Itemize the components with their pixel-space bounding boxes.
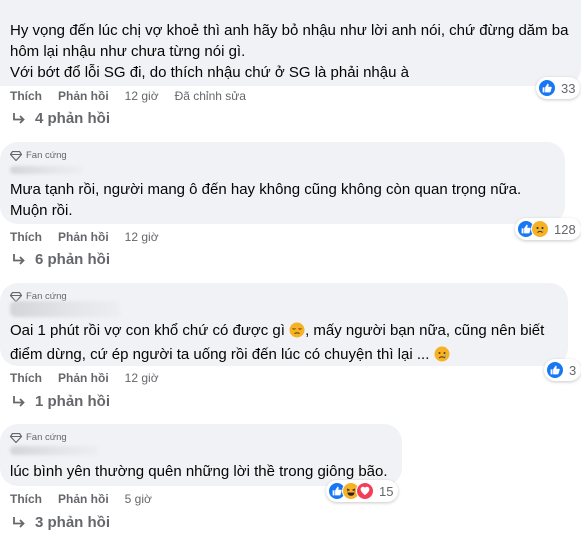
edited-label: Đã chỉnh sửa — [174, 89, 246, 103]
view-replies-button[interactable]: 4 phản hồi — [12, 110, 110, 127]
like-icon — [538, 79, 556, 97]
comment-text: Oai 1 phút rồi vợ con khổ chứ có được gì… — [10, 320, 562, 368]
reply-button[interactable]: Phản hồi — [58, 371, 109, 385]
diamond-icon — [10, 432, 22, 443]
comment-text: Hy vọng đến lúc chị vợ khoẻ thì anh hãy … — [10, 22, 569, 81]
reply-arrow-icon — [13, 253, 25, 265]
like-button[interactable]: Thích — [10, 89, 42, 103]
comment-actions: Thích Phản hồi 12 giờ — [10, 371, 175, 385]
timestamp[interactable]: 5 giờ — [125, 492, 152, 506]
fan-badge: Fan cứng — [10, 432, 67, 443]
reaction-count: 3 — [569, 362, 577, 378]
comment-text: lúc bình yên thường quên những lời thề t… — [10, 463, 388, 480]
comment-actions: Thích Phản hồi 12 giờ Đã chỉnh sửa — [10, 89, 246, 103]
timestamp[interactable]: 12 giờ — [125, 230, 159, 244]
like-button[interactable]: Thích — [10, 230, 42, 244]
reaction-summary[interactable]: 15 — [326, 480, 399, 502]
badge-label: Fan cứng — [26, 432, 67, 443]
comment-bubble: Fan cứng Oai 1 phút rồi vợ con khổ chứ c… — [0, 283, 568, 366]
like-button[interactable]: Thích — [10, 371, 42, 385]
comment-text-part1: Oai 1 phút rồi vợ con khổ chứ có được gì — [10, 322, 285, 339]
comment-actions: Thích Phản hồi 12 giờ — [10, 230, 175, 244]
like-button[interactable]: Thích — [10, 492, 42, 506]
reply-button[interactable]: Phản hồi — [58, 230, 109, 244]
replies-label: 4 phản hồi — [35, 110, 110, 127]
comment-actions: Thích Phản hồi 5 giờ — [10, 492, 168, 506]
reaction-summary[interactable]: 3 — [544, 359, 581, 381]
comment-bubble: Fan cứng Mưa tạnh rồi, người mang ô đến … — [0, 142, 565, 224]
badge-label: Fan cứng — [26, 150, 67, 161]
view-replies-button[interactable]: 6 phản hồi — [12, 251, 110, 268]
comment-text: Mưa tạnh rồi, người mang ô đến hay không… — [10, 181, 522, 219]
sad-emoji-icon — [434, 346, 450, 368]
replies-label: 1 phản hồi — [35, 393, 110, 410]
comment-bubble: Fan cứng lúc bình yên thường quên những … — [0, 424, 402, 486]
timestamp[interactable]: 12 giờ — [125, 371, 159, 385]
diamond-icon — [10, 150, 22, 161]
pensive-emoji-icon — [289, 322, 305, 344]
replies-label: 6 phản hồi — [35, 251, 110, 268]
reaction-summary[interactable]: 128 — [515, 218, 581, 240]
replies-label: 3 phản hồi — [35, 514, 110, 531]
author-name-blurred — [10, 301, 120, 317]
reply-arrow-icon — [13, 112, 25, 124]
timestamp[interactable]: 12 giờ — [125, 89, 159, 103]
reaction-count: 33 — [561, 80, 576, 96]
fan-badge: Fan cứng — [10, 150, 67, 161]
reply-arrow-icon — [13, 395, 25, 407]
author-name-blurred — [10, 166, 82, 174]
reply-button[interactable]: Phản hồi — [58, 89, 109, 103]
reply-arrow-icon — [13, 516, 25, 528]
comment-bubble: Hy vọng đến lúc chị vợ khoẻ thì anh hãy … — [0, 0, 581, 86]
diamond-icon — [10, 291, 22, 302]
sad-icon — [531, 220, 549, 238]
reply-button[interactable]: Phản hồi — [58, 492, 109, 506]
reaction-count: 15 — [379, 483, 394, 499]
view-replies-button[interactable]: 3 phản hồi — [12, 514, 110, 531]
reaction-summary[interactable]: 33 — [536, 77, 581, 99]
view-replies-button[interactable]: 1 phản hồi — [12, 393, 110, 410]
love-icon — [356, 482, 374, 500]
like-icon — [546, 361, 564, 379]
author-name-blurred — [10, 446, 98, 455]
reaction-count: 128 — [554, 221, 576, 237]
